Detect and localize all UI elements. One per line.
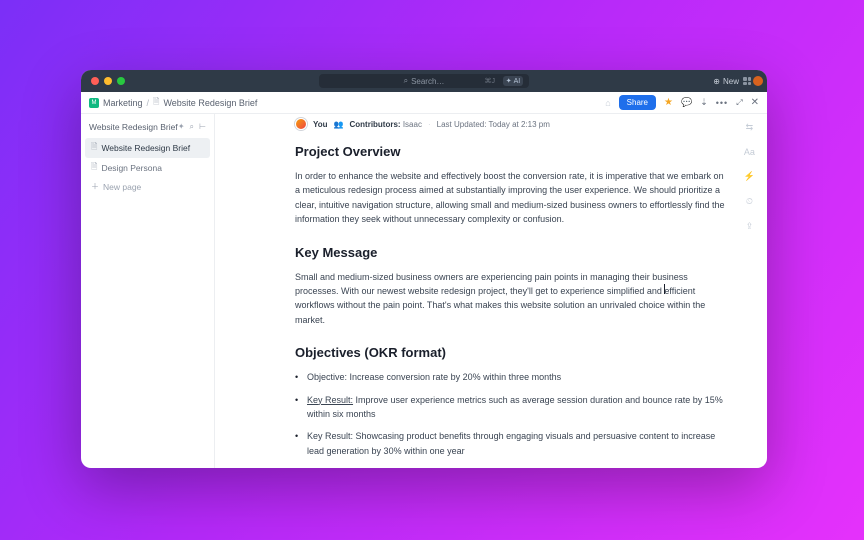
- doc-icon: 🗎: [91, 141, 97, 155]
- rail-export-icon[interactable]: ⇪: [746, 221, 754, 232]
- right-rail: ⇆ Aa ⚡ ⏲ ⇪: [744, 122, 755, 232]
- ai-button[interactable]: ✦AI: [503, 76, 523, 86]
- content-area: Website Redesign Brief ✦ ⌕ ⊢ 🗎 Website R…: [81, 114, 767, 468]
- rail-link-icon[interactable]: ⇆: [746, 122, 754, 133]
- rail-bolt-icon[interactable]: ⚡: [744, 171, 755, 182]
- sparkle-icon[interactable]: ✦: [178, 122, 185, 132]
- people-icon: 👥: [334, 120, 344, 129]
- plus-icon: ⊕: [713, 77, 720, 86]
- rail-text-icon[interactable]: Aa: [744, 147, 755, 157]
- global-search[interactable]: ⌕ Search… ⌘J ✦AI: [319, 74, 529, 88]
- apps-grid-icon[interactable]: [743, 77, 751, 85]
- page-icon: 🗎: [153, 96, 159, 110]
- star-icon[interactable]: ★: [664, 97, 673, 108]
- search-tree-icon[interactable]: ⌕: [190, 122, 194, 132]
- sidebar-title: Website Redesign Brief: [89, 122, 178, 132]
- breadcrumb-page[interactable]: Website Redesign Brief: [163, 98, 257, 108]
- download-icon[interactable]: ⇣: [700, 97, 708, 108]
- breadcrumb-bar: M Marketing / 🗎 Website Redesign Brief ⌂…: [81, 92, 767, 114]
- list-item[interactable]: Objective: Increase conversion rate by 2…: [295, 370, 727, 384]
- list-item[interactable]: Key Result: Improve user experience metr…: [295, 393, 727, 422]
- heading-keymsg[interactable]: Key Message: [295, 245, 727, 260]
- doc-icon: 🗎: [91, 161, 97, 175]
- comment-icon[interactable]: 💬: [681, 97, 692, 108]
- search-icon: ⌕: [404, 76, 408, 86]
- objectives-list: Objective: Increase conversion rate by 2…: [295, 370, 727, 458]
- sidebar-item-persona[interactable]: 🗎 Design Persona: [85, 158, 210, 178]
- more-icon[interactable]: •••: [716, 98, 728, 108]
- doc-meta: You 👥 Contributors: Isaac · Last Updated…: [295, 114, 727, 144]
- plus-icon: ＋: [91, 181, 99, 192]
- maximize-window-button[interactable]: [117, 77, 125, 85]
- window-controls: [91, 77, 125, 85]
- close-panel-icon[interactable]: ✕: [751, 97, 759, 108]
- collapse-icon[interactable]: ⤢: [736, 98, 742, 108]
- share-button[interactable]: Share: [619, 95, 656, 110]
- sidebar-title-row: Website Redesign Brief ✦ ⌕ ⊢: [85, 120, 210, 138]
- author-you: You: [313, 120, 328, 129]
- breadcrumb-workspace[interactable]: Marketing: [103, 98, 143, 108]
- text-cursor: [664, 284, 665, 294]
- breadcrumb-separator: /: [147, 98, 150, 108]
- list-item[interactable]: Key Result: Showcasing product benefits …: [295, 429, 727, 458]
- heading-overview[interactable]: Project Overview: [295, 144, 727, 159]
- tag-icon[interactable]: ⌂: [605, 98, 610, 108]
- author-avatar[interactable]: [295, 118, 307, 130]
- minimize-window-button[interactable]: [104, 77, 112, 85]
- titlebar: ⌕ Search… ⌘J ✦AI ⊕ New: [81, 70, 767, 92]
- toggle-tree-icon[interactable]: ⊢: [199, 122, 206, 132]
- page-tree-sidebar: Website Redesign Brief ✦ ⌕ ⊢ 🗎 Website R…: [81, 114, 215, 468]
- rail-clock-icon[interactable]: ⏲: [746, 196, 753, 207]
- search-shortcut: ⌘J: [485, 77, 496, 85]
- heading-objectives[interactable]: Objectives (OKR format): [295, 345, 727, 360]
- paragraph-overview[interactable]: In order to enhance the website and effe…: [295, 169, 727, 227]
- document-body[interactable]: You 👥 Contributors: Isaac · Last Updated…: [215, 114, 767, 468]
- close-window-button[interactable]: [91, 77, 99, 85]
- paragraph-keymsg[interactable]: Small and medium-sized business owners a…: [295, 270, 727, 328]
- app-window: ⌕ Search… ⌘J ✦AI ⊕ New M Marketing / 🗎 W…: [81, 70, 767, 468]
- new-button[interactable]: ⊕ New: [713, 77, 739, 86]
- search-placeholder: Search…: [411, 77, 444, 86]
- sidebar-new-page[interactable]: ＋ New page: [85, 178, 210, 195]
- user-avatar[interactable]: [753, 76, 763, 86]
- sidebar-item-brief[interactable]: 🗎 Website Redesign Brief: [85, 138, 210, 158]
- workspace-badge[interactable]: M: [89, 98, 99, 108]
